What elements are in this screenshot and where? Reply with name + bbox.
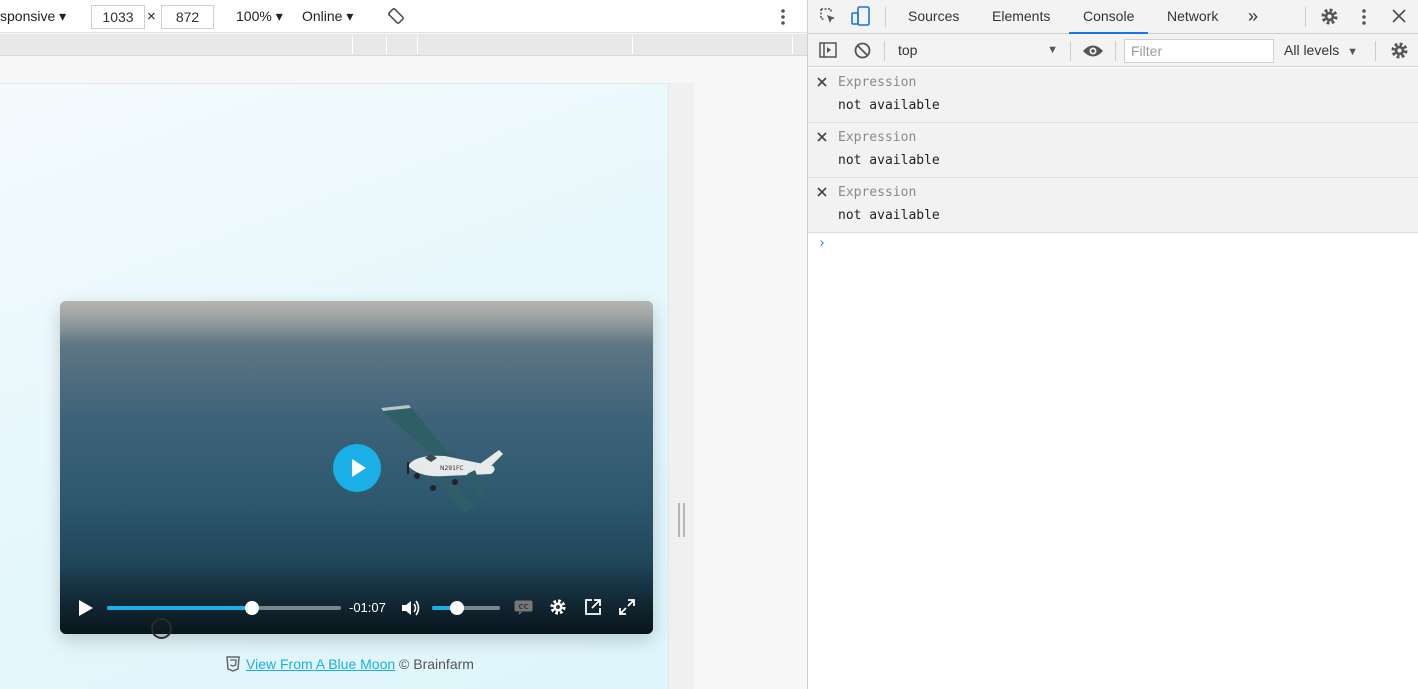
ruler-tick	[352, 36, 353, 54]
context-select[interactable]: top ▼	[898, 38, 1058, 63]
width-input[interactable]: 1033	[91, 5, 145, 29]
tab-console[interactable]: Console	[1069, 0, 1149, 34]
tab-sources[interactable]: Sources	[908, 0, 959, 34]
cc-label: CC	[518, 603, 528, 611]
emulated-viewport: N291FC -01:07 CC View From A Blue Moon ©…	[0, 83, 669, 689]
expression-name[interactable]: Expression	[838, 130, 916, 145]
expression-value: not available	[838, 208, 940, 223]
screen: sponsive ▾ 1033 × 872 100% ▾ Online ▾ N2…	[0, 0, 1418, 689]
toolbar-separator	[1375, 41, 1376, 61]
chevron-down-icon: ▼	[1347, 46, 1359, 58]
device-toolbar-menu-icon[interactable]	[777, 8, 789, 29]
zoom-select-label: 100%	[236, 8, 272, 24]
network-select-label: Online	[302, 8, 343, 24]
ruler-tick	[632, 36, 633, 54]
time-remaining: -01:07	[349, 600, 386, 615]
console-prompt[interactable]: ›	[818, 236, 826, 251]
html5-icon	[226, 656, 240, 672]
expression-name[interactable]: Expression	[838, 185, 916, 200]
viewport-edge	[669, 83, 694, 689]
sidebar-toggle-icon[interactable]	[819, 42, 837, 61]
devtools-tabbar: Sources Elements Console Network »	[808, 0, 1418, 34]
pip-icon[interactable]	[584, 598, 602, 616]
volume-slider[interactable]	[432, 601, 500, 615]
device-select-label: sponsive	[0, 8, 56, 24]
video-player[interactable]: N291FC -01:07 CC	[60, 301, 653, 634]
remove-expression-icon[interactable]	[816, 76, 828, 88]
remove-expression-icon[interactable]	[816, 186, 828, 198]
filter-input[interactable]	[1124, 39, 1274, 63]
eye-icon[interactable]	[1082, 44, 1104, 61]
media-query-ruler[interactable]	[0, 34, 807, 56]
viewport-resize-handle[interactable]	[678, 503, 685, 537]
expression-value: not available	[838, 153, 940, 168]
expression-name[interactable]: Expression	[838, 75, 916, 90]
rotate-icon[interactable]	[387, 7, 405, 28]
cc-icon[interactable]: CC	[514, 600, 533, 615]
toolbar-separator	[1115, 41, 1116, 61]
video-credit: © Brainfarm	[395, 656, 474, 672]
inspect-element-icon[interactable]	[819, 7, 837, 28]
network-throttle-select[interactable]: Online ▾	[302, 0, 353, 33]
expression-value: not available	[838, 98, 940, 113]
live-expression-row: Expression not available	[808, 178, 1418, 233]
settings-gear-icon[interactable]	[549, 598, 567, 616]
big-play-button[interactable]	[333, 444, 381, 492]
log-levels-select[interactable]: All levels ▼	[1284, 38, 1358, 63]
live-expression-row: Expression not available	[808, 68, 1418, 123]
context-select-label: top	[898, 42, 918, 58]
height-input[interactable]: 872	[161, 5, 214, 29]
remove-expression-icon[interactable]	[816, 131, 828, 143]
ruler-tick	[417, 36, 418, 54]
progress-knob[interactable]	[245, 601, 260, 615]
progress-bar[interactable]	[107, 601, 341, 615]
svg-text:N291FC: N291FC	[440, 465, 464, 472]
ruler-tick	[792, 36, 793, 54]
tab-elements[interactable]: Elements	[992, 0, 1050, 34]
play-icon[interactable]	[78, 599, 94, 617]
chevron-down-icon: ▼	[1047, 44, 1058, 56]
video-title-link[interactable]: View From A Blue Moon	[246, 656, 395, 672]
dimension-times: ×	[147, 8, 156, 25]
device-emulation-pane: sponsive ▾ 1033 × 872 100% ▾ Online ▾ N2…	[0, 0, 807, 689]
tab-network[interactable]: Network	[1167, 0, 1218, 34]
ruler-tick	[386, 36, 387, 54]
console-settings-gear-icon[interactable]	[1390, 41, 1409, 63]
device-select[interactable]: sponsive ▾	[0, 0, 66, 33]
kebab-menu-icon[interactable]	[1359, 8, 1369, 29]
log-levels-label: All levels	[1284, 42, 1340, 58]
toolbar-separator	[1305, 7, 1306, 27]
horizon-haze	[60, 301, 653, 341]
device-toggle-icon[interactable]	[851, 6, 871, 29]
toolbar-separator	[1070, 41, 1071, 61]
airplane-image: N291FC	[380, 405, 503, 512]
devtools-panel: Sources Elements Console Network » top ▼…	[808, 0, 1418, 689]
toolbar-separator	[884, 41, 885, 61]
more-tabs-button[interactable]: »	[1248, 0, 1258, 34]
live-expression-row: Expression not available	[808, 123, 1418, 178]
clear-console-icon[interactable]	[854, 42, 871, 62]
console-toolbar: top ▼ All levels ▼	[808, 34, 1418, 67]
device-toolbar: sponsive ▾ 1033 × 872 100% ▾ Online ▾	[0, 0, 807, 33]
gear-icon[interactable]	[1320, 7, 1339, 29]
mouse-cursor	[151, 618, 172, 639]
volume-icon[interactable]	[401, 599, 421, 617]
video-caption: View From A Blue Moon © Brainfarm	[226, 654, 474, 674]
progress-fill	[107, 606, 253, 610]
close-icon[interactable]	[1392, 9, 1406, 26]
toolbar-separator	[885, 7, 886, 27]
fullscreen-icon[interactable]	[618, 598, 636, 616]
zoom-select[interactable]: 100% ▾	[236, 0, 283, 33]
